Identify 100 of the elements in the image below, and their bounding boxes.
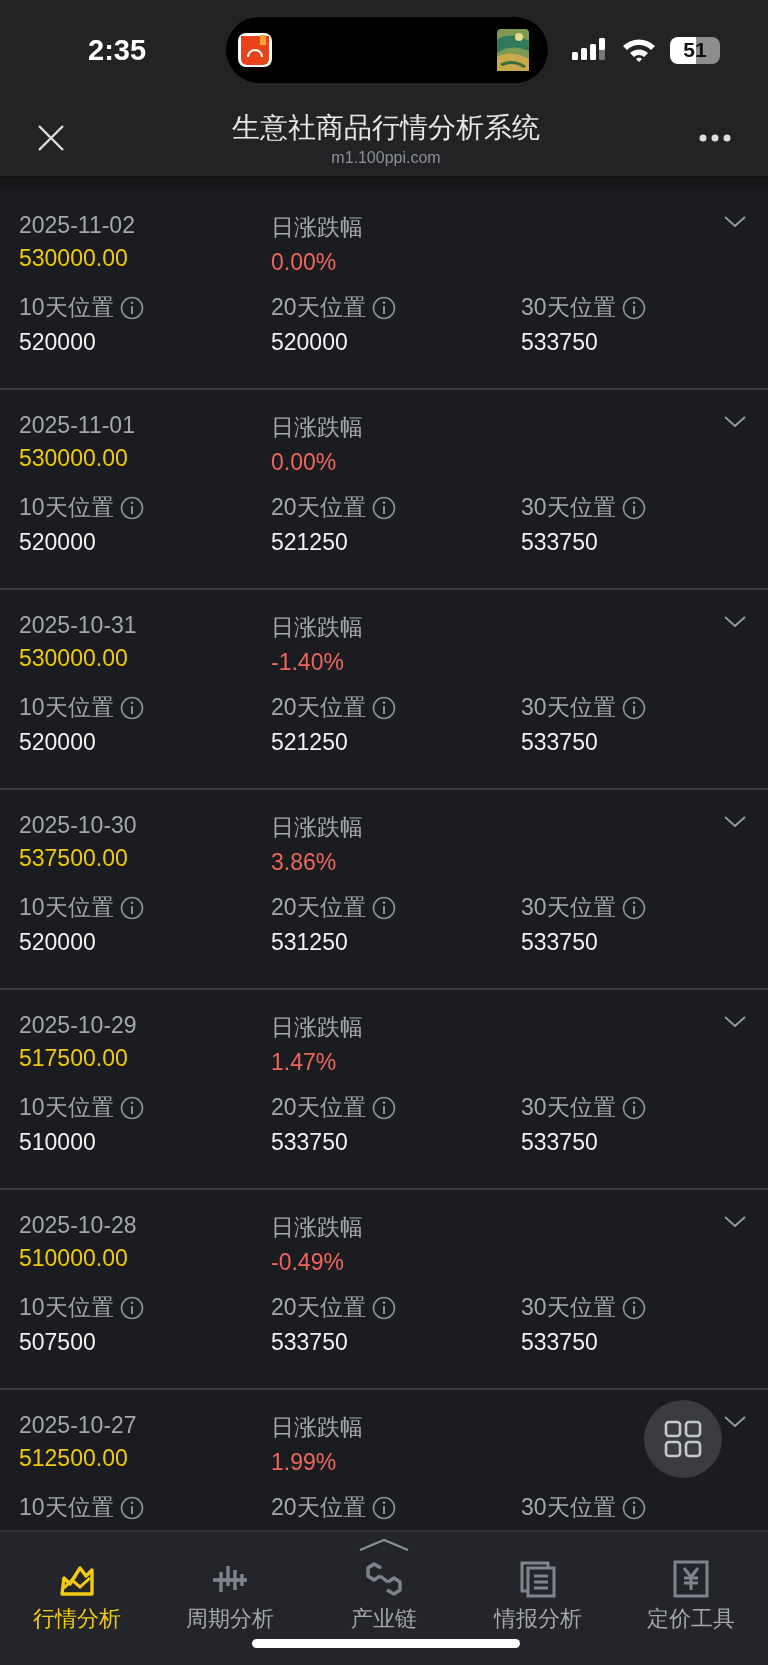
position-label: 30天位置 bbox=[521, 893, 616, 922]
position-label: 20天位置 bbox=[271, 493, 366, 522]
position-label: 10天位置 bbox=[19, 293, 114, 322]
more-icon[interactable] bbox=[698, 133, 732, 143]
nav-tab[interactable]: 周期分析 bbox=[153, 1560, 308, 1634]
change-label: 日涨跌幅 bbox=[271, 1413, 364, 1442]
record-price: 530000.00 bbox=[19, 245, 129, 272]
change-label: 日涨跌幅 bbox=[271, 413, 364, 442]
position-label: 20天位置 bbox=[271, 1293, 366, 1322]
info-icon[interactable] bbox=[371, 1295, 396, 1320]
nav-tab[interactable]: 定价工具 bbox=[614, 1560, 768, 1634]
nav-tab[interactable]: 产业链 bbox=[307, 1560, 461, 1634]
record-price: 530000.00 bbox=[19, 645, 129, 672]
change-label: 日涨跌幅 bbox=[271, 1213, 364, 1242]
chevron-down-icon[interactable] bbox=[724, 816, 746, 828]
chevron-down-icon[interactable] bbox=[724, 216, 746, 228]
info-icon[interactable] bbox=[621, 1295, 646, 1320]
grid-icon bbox=[664, 1420, 702, 1458]
position-label: 10天位置 bbox=[19, 1093, 114, 1122]
position-label: 20天位置 bbox=[271, 293, 366, 322]
record-date: 2025-10-28 bbox=[19, 1212, 138, 1239]
position-label: 10天位置 bbox=[19, 893, 114, 922]
position-label: 30天位置 bbox=[521, 1293, 616, 1322]
yen-icon bbox=[672, 1560, 711, 1598]
info-icon[interactable] bbox=[621, 495, 646, 520]
info-icon[interactable] bbox=[371, 1495, 396, 1520]
battery-level: 51 bbox=[683, 38, 707, 62]
record-price: 530000.00 bbox=[19, 445, 129, 472]
position-label: 30天位置 bbox=[521, 493, 616, 522]
position-value: 521250 bbox=[271, 529, 349, 556]
info-icon[interactable] bbox=[119, 495, 144, 520]
position-value: 533750 bbox=[521, 1329, 599, 1356]
position-value: 521250 bbox=[271, 729, 349, 756]
record-price: 512500.00 bbox=[19, 1445, 129, 1472]
info-icon[interactable] bbox=[119, 1495, 144, 1520]
info-icon[interactable] bbox=[621, 695, 646, 720]
chevron-down-icon[interactable] bbox=[724, 1416, 746, 1428]
nav-tab[interactable]: 行情分析 bbox=[0, 1560, 154, 1634]
info-icon[interactable] bbox=[621, 895, 646, 920]
nav-tab[interactable]: 情报分析 bbox=[460, 1560, 615, 1634]
position-label: 30天位置 bbox=[521, 293, 616, 322]
position-label: 20天位置 bbox=[271, 1093, 366, 1122]
close-icon[interactable] bbox=[36, 123, 66, 153]
daily-change: 1.99% bbox=[271, 1449, 338, 1476]
position-value: 510000 bbox=[19, 1129, 97, 1156]
position-label: 10天位置 bbox=[19, 693, 114, 722]
position-label: 20天位置 bbox=[271, 1493, 366, 1522]
record-date: 2025-10-30 bbox=[19, 812, 138, 839]
record-date: 2025-11-01 bbox=[19, 412, 136, 439]
daily-change: 0.00% bbox=[271, 249, 338, 276]
info-icon[interactable] bbox=[621, 295, 646, 320]
info-icon[interactable] bbox=[371, 1095, 396, 1120]
info-icon[interactable] bbox=[119, 695, 144, 720]
position-value: 520000 bbox=[19, 529, 97, 556]
signal-icon bbox=[572, 38, 608, 62]
info-icon[interactable] bbox=[119, 1095, 144, 1120]
record-price: 517500.00 bbox=[19, 1045, 129, 1072]
info-icon[interactable] bbox=[371, 895, 396, 920]
expand-up-icon[interactable] bbox=[358, 1538, 410, 1552]
info-icon[interactable] bbox=[621, 1495, 646, 1520]
chevron-down-icon[interactable] bbox=[724, 1216, 746, 1228]
position-value: 533750 bbox=[271, 1129, 349, 1156]
position-label: 10天位置 bbox=[19, 1493, 114, 1522]
page-title: 生意社商品行情分析系统 bbox=[232, 111, 540, 145]
info-icon[interactable] bbox=[371, 495, 396, 520]
position-value: 533750 bbox=[521, 1129, 599, 1156]
info-icon[interactable] bbox=[119, 1295, 144, 1320]
chevron-down-icon[interactable] bbox=[724, 616, 746, 628]
position-label: 30天位置 bbox=[521, 1493, 616, 1522]
position-label: 10天位置 bbox=[19, 1293, 114, 1322]
info-icon[interactable] bbox=[119, 295, 144, 320]
record-price: 537500.00 bbox=[19, 845, 129, 872]
chevron-down-icon[interactable] bbox=[724, 1016, 746, 1028]
daily-change: -0.49% bbox=[271, 1249, 345, 1276]
info-icon[interactable] bbox=[371, 695, 396, 720]
info-icon[interactable] bbox=[119, 895, 144, 920]
record-price: 510000.00 bbox=[19, 1245, 129, 1272]
position-label: 20天位置 bbox=[271, 693, 366, 722]
page-url: m1.100ppi.com bbox=[331, 149, 441, 167]
info-icon[interactable] bbox=[371, 295, 396, 320]
wifi-icon bbox=[622, 38, 656, 62]
position-label: 30天位置 bbox=[521, 693, 616, 722]
position-value: 507500 bbox=[19, 1329, 97, 1356]
daily-change: -1.40% bbox=[271, 649, 345, 676]
record-date: 2025-10-27 bbox=[19, 1412, 138, 1439]
position-label: 20天位置 bbox=[271, 893, 366, 922]
position-value: 533750 bbox=[521, 929, 599, 956]
position-value: 520000 bbox=[19, 329, 97, 356]
daily-change: 1.47% bbox=[271, 1049, 338, 1076]
position-label: 30天位置 bbox=[521, 1093, 616, 1122]
tomato-app-icon bbox=[238, 33, 272, 67]
info-icon[interactable] bbox=[621, 1095, 646, 1120]
position-value: 520000 bbox=[19, 929, 97, 956]
chevron-down-icon[interactable] bbox=[724, 416, 746, 428]
status-time: 2:35 bbox=[88, 33, 148, 67]
record-date: 2025-11-02 bbox=[19, 212, 136, 239]
change-label: 日涨跌幅 bbox=[271, 213, 364, 242]
position-value: 533750 bbox=[521, 729, 599, 756]
record-date: 2025-10-29 bbox=[19, 1012, 138, 1039]
daily-change: 0.00% bbox=[271, 449, 338, 476]
